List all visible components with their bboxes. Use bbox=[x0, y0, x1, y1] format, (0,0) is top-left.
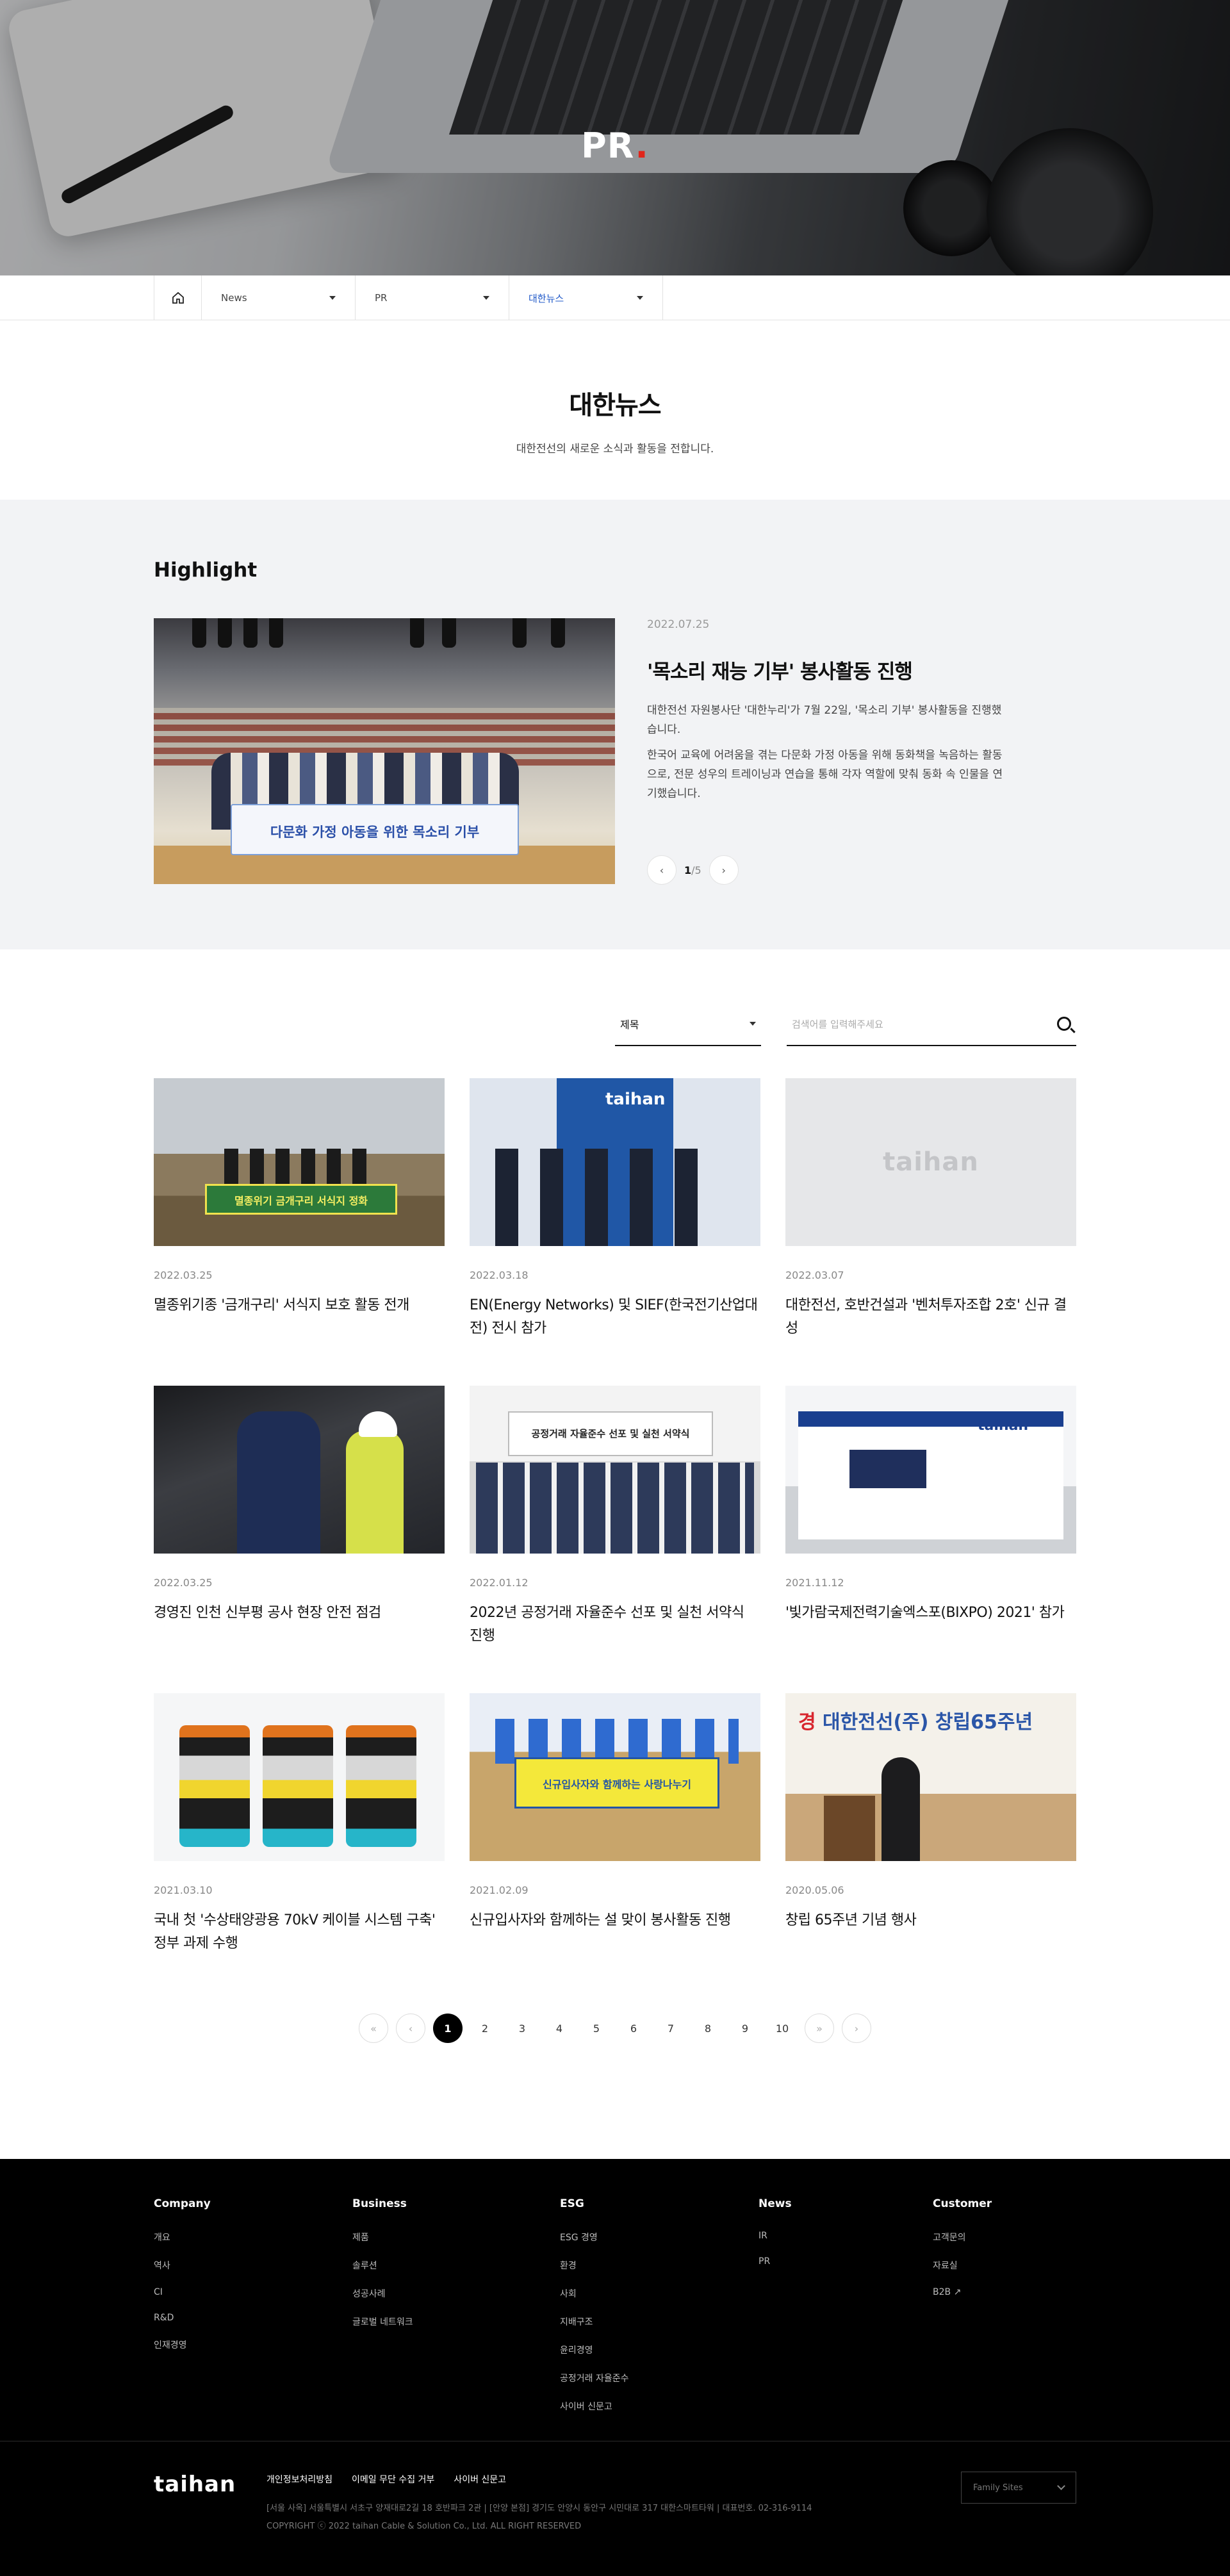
news-card[interactable]: taihan 2022.03.07 대한전선, 호반건설과 '벤처투자조합 2호… bbox=[785, 1078, 1076, 1386]
footer-col-business: Business 제품 솔루션 성공사례 글로벌 네트워크 bbox=[352, 2197, 413, 2327]
highlight-date: 2022.07.25 bbox=[647, 618, 710, 631]
page-button[interactable]: 9 bbox=[730, 2014, 760, 2043]
news-card[interactable]: 공정거래 자율준수 선포 및 실천 서약식 2022.01.12 2022년 공… bbox=[470, 1386, 760, 1693]
page-button[interactable]: 1 bbox=[433, 2014, 463, 2043]
news-thumbnail[interactable] bbox=[154, 1693, 445, 1861]
first-page-button[interactable]: « bbox=[359, 2014, 388, 2043]
highlight-image[interactable]: 다문화 가정 아동을 위한 목소리 기부 bbox=[154, 618, 615, 884]
highlight-text: 2022.07.25 '목소리 재능 기부' 봉사활동 진행 대한전선 자원봉사… bbox=[647, 618, 1006, 803]
news-thumbnail[interactable]: 멸종위기 금개구리 서식지 정화 bbox=[154, 1078, 445, 1246]
next-button[interactable]: › bbox=[709, 855, 739, 885]
breadcrumb-dropdown-pr[interactable]: PR bbox=[356, 275, 509, 320]
footer-address: [서울 사옥] 서울특별시 서초구 양재대로2길 18 호반파크 2관 | [안… bbox=[266, 2504, 812, 2531]
page-button[interactable]: 3 bbox=[507, 2014, 537, 2043]
breadcrumb-dropdown-news[interactable]: News bbox=[202, 275, 356, 320]
prev-button[interactable]: ‹ bbox=[647, 855, 676, 885]
news-card[interactable]: taihan 2021.11.12 '빛가람국제전력기술엑스포(BIXPO) 2… bbox=[785, 1386, 1076, 1693]
news-card[interactable]: 2022.03.25 경영진 인천 신부평 공사 현장 안전 점검 bbox=[154, 1386, 445, 1693]
search-bar: 제목 검색어를 입력해주세요 bbox=[615, 1003, 1076, 1046]
footer-col-company: Company 개요 역사 CI R&D 인재경영 bbox=[154, 2197, 211, 2350]
highlight-page-indicator: 1/5 bbox=[684, 864, 701, 876]
footer-col-esg: ESG ESG 경영 환경 사회 지배구조 윤리경영 공정거래 자율준수 사이버… bbox=[560, 2197, 629, 2412]
hero-banner: PR. bbox=[0, 0, 1230, 275]
news-thumbnail[interactable]: taihan bbox=[785, 1386, 1076, 1554]
external-link-icon: ↗ bbox=[953, 2287, 962, 2297]
next-page-button[interactable]: › bbox=[842, 2014, 871, 2043]
pagination: « ‹ 1 2 3 4 5 6 7 8 9 10 » › bbox=[0, 2014, 1230, 2043]
news-card[interactable]: taihan 2022.03.18 EN(Energy Networks) 및 … bbox=[470, 1078, 760, 1386]
page-header: 대한뉴스 대한전선의 새로운 소식과 활동을 전합니다. bbox=[0, 320, 1230, 455]
page-button[interactable]: 10 bbox=[767, 2014, 797, 2043]
search-type-select[interactable]: 제목 bbox=[615, 1003, 761, 1046]
double-chevron-left-icon: « bbox=[370, 2022, 377, 2035]
news-card[interactable]: 신규입사자와 함께하는 사랑나누기 2021.02.09 신규입사자와 함께하는… bbox=[470, 1693, 760, 2001]
search-icon[interactable] bbox=[1057, 1017, 1071, 1031]
highlight-section: Highlight 다문화 가정 아동을 위한 목소리 기부 2022.07.2… bbox=[0, 500, 1230, 949]
news-grid: 멸종위기 금개구리 서식지 정화 2022.03.25 멸종위기종 '금개구리'… bbox=[154, 1078, 1076, 2001]
highlight-description: 대한전선 자원봉사단 '대한누리'가 7월 22일, '목소리 기부' 봉사활동… bbox=[647, 704, 1003, 800]
footer-col-customer: Customer 고객문의 자료실 B2B ↗ bbox=[933, 2197, 992, 2297]
news-thumbnail[interactable]: 공정거래 자율준수 선포 및 실천 서약식 bbox=[470, 1386, 760, 1554]
caret-down-icon bbox=[637, 296, 643, 300]
page-button[interactable]: 6 bbox=[619, 2014, 648, 2043]
page-title: 대한뉴스 bbox=[569, 391, 661, 420]
breadcrumb-dropdown-current[interactable]: 대한뉴스 bbox=[509, 275, 663, 320]
footer-policy-links: 개인정보처리방침 이메일 무단 수집 거부 사이버 신문고 bbox=[266, 2475, 507, 2485]
caret-down-icon bbox=[750, 1022, 756, 1026]
family-site-select[interactable]: Family Sites bbox=[961, 2472, 1076, 2504]
footer-logo[interactable]: taihan bbox=[154, 2472, 236, 2497]
breadcrumb-bar: News PR 대한뉴스 bbox=[0, 275, 1230, 320]
news-thumbnail[interactable] bbox=[154, 1386, 445, 1554]
news-card[interactable]: 멸종위기 금개구리 서식지 정화 2022.03.25 멸종위기종 '금개구리'… bbox=[154, 1078, 445, 1386]
chevron-right-icon: › bbox=[854, 2022, 859, 2035]
home-icon bbox=[172, 291, 184, 304]
page-button[interactable]: 8 bbox=[693, 2014, 723, 2043]
chevron-down-icon bbox=[1057, 2482, 1065, 2490]
hero-title: PR. bbox=[581, 126, 649, 166]
prev-page-button[interactable]: ‹ bbox=[396, 2014, 425, 2043]
chevron-left-icon: ‹ bbox=[659, 864, 664, 876]
search-input[interactable]: 검색어를 입력해주세요 bbox=[787, 1003, 1076, 1046]
page-button[interactable]: 4 bbox=[545, 2014, 574, 2043]
news-card[interactable]: 경 대한전선(주) 창립65주년 2020.05.06 창립 65주년 기념 행… bbox=[785, 1693, 1076, 2001]
news-card[interactable]: 2021.03.10 국내 첫 '수상태양광용 70kV 케이블 시스템 구축'… bbox=[154, 1693, 445, 2001]
b2b-link[interactable]: B2B ↗ bbox=[933, 2287, 992, 2297]
footer-col-news: News IR PR bbox=[758, 2197, 792, 2267]
caret-down-icon bbox=[329, 296, 336, 300]
chevron-right-icon: › bbox=[721, 864, 726, 876]
highlight-pager: ‹ 1/5 › bbox=[647, 855, 739, 885]
breadcrumb: News PR 대한뉴스 bbox=[154, 275, 663, 320]
page-subtitle: 대한전선의 새로운 소식과 활동을 전합니다. bbox=[516, 443, 714, 455]
news-thumbnail[interactable]: 신규입사자와 함께하는 사랑나누기 bbox=[470, 1693, 760, 1861]
news-thumbnail[interactable]: taihan bbox=[470, 1078, 760, 1246]
page-button[interactable]: 5 bbox=[582, 2014, 611, 2043]
double-chevron-right-icon: » bbox=[816, 2022, 823, 2035]
caret-down-icon bbox=[483, 296, 489, 300]
chevron-left-icon: ‹ bbox=[408, 2022, 413, 2035]
news-thumbnail[interactable]: 경 대한전선(주) 창립65주년 bbox=[785, 1693, 1076, 1861]
footer: Company 개요 역사 CI R&D 인재경영 Business 제품 솔루… bbox=[0, 2159, 1230, 2576]
highlight-heading: Highlight bbox=[154, 559, 258, 582]
highlight-title[interactable]: '목소리 재능 기부' 봉사활동 진행 bbox=[647, 655, 1006, 684]
page-button[interactable]: 2 bbox=[470, 2014, 500, 2043]
news-thumbnail-placeholder[interactable]: taihan bbox=[785, 1078, 1076, 1246]
event-banner: 다문화 가정 아동을 위한 목소리 기부 bbox=[231, 804, 519, 855]
page-button[interactable]: 7 bbox=[656, 2014, 685, 2043]
last-page-button[interactable]: » bbox=[805, 2014, 834, 2043]
home-button[interactable] bbox=[154, 275, 202, 320]
footer-sitemap: Company 개요 역사 CI R&D 인재경영 Business 제품 솔루… bbox=[154, 2197, 1076, 2412]
